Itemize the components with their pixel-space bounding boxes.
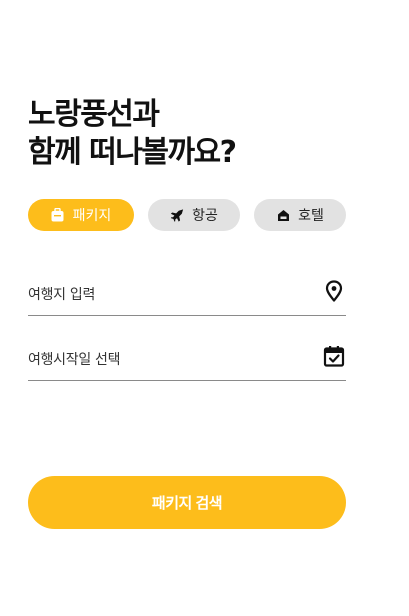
suitcase-icon: [51, 208, 65, 222]
tab-flight-label: 항공: [192, 208, 218, 224]
start-date-placeholder: 여행시작일 선택: [28, 352, 121, 368]
airplane-icon: [170, 208, 184, 222]
search-page: 노랑풍선과 함께 떠나볼까요? 패키지 항공 호텔 여행지 입력 여행시작일 선…: [0, 0, 409, 616]
destination-placeholder: 여행지 입력: [28, 287, 96, 303]
product-tabs: 패키지 항공 호텔: [28, 199, 346, 231]
start-date-field[interactable]: 여행시작일 선택: [28, 337, 346, 381]
calendar-check-icon[interactable]: [322, 344, 346, 368]
tab-flight[interactable]: 항공: [148, 199, 240, 231]
destination-field[interactable]: 여행지 입력: [28, 272, 346, 316]
package-search-button[interactable]: 패키지 검색: [28, 476, 346, 529]
tab-package[interactable]: 패키지: [28, 199, 134, 231]
title-line-2: 함께 떠나볼까요?: [28, 135, 237, 170]
tab-hotel[interactable]: 호텔: [254, 199, 346, 231]
tab-package-label: 패키지: [72, 208, 112, 224]
location-pin-icon[interactable]: [322, 279, 346, 303]
tab-hotel-label: 호텔: [298, 208, 324, 224]
page-title: 노랑풍선과 함께 떠나볼까요?: [28, 96, 368, 172]
hotel-icon: [276, 208, 290, 222]
title-line-1: 노랑풍선과: [28, 97, 160, 132]
